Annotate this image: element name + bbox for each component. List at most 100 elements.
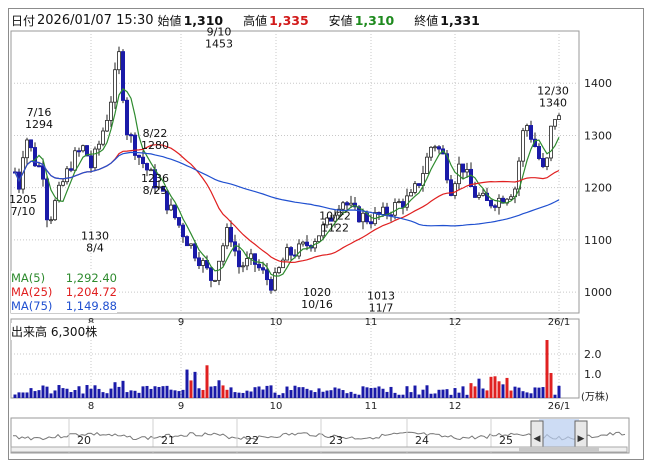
annotation-price: 1294	[25, 118, 53, 131]
navigator-year-label: 24	[415, 434, 429, 447]
volume-bar	[369, 387, 373, 398]
close-label: 終値	[414, 13, 439, 28]
volume-bar	[417, 394, 421, 398]
candle-body-up	[433, 146, 437, 149]
candle-body-up	[109, 101, 113, 121]
candle-body-down	[33, 147, 37, 167]
ma5-value: 1,292.40	[65, 271, 117, 285]
volume-bar	[385, 391, 389, 398]
high-value: 1,335	[269, 12, 309, 28]
volume-bar	[137, 392, 141, 398]
volume-bar	[405, 386, 409, 398]
volume-bar	[101, 392, 105, 398]
volume-bar	[193, 371, 197, 398]
volume-bar	[65, 388, 69, 398]
volume-bar	[357, 394, 361, 398]
candle-body-up	[481, 192, 485, 196]
candle-body-down	[253, 253, 257, 265]
volume-bar	[121, 380, 125, 398]
ma-legend: MA(5) 1,292.40 MA(25) 1,204.72 MA(75) 1,149…	[11, 271, 117, 313]
volume-bar	[297, 387, 301, 398]
volume-bar	[41, 385, 45, 398]
volume-bar	[189, 380, 193, 398]
volume-bar	[61, 388, 65, 398]
candle-body-down	[37, 165, 41, 168]
volume-bar	[245, 390, 249, 398]
volume-month-label: 8	[88, 401, 94, 412]
volume-bar	[453, 388, 457, 398]
price-tick-label: 1400	[584, 77, 612, 90]
volume-bar	[517, 387, 521, 398]
candle-body-up	[341, 202, 345, 210]
volume-bar	[225, 389, 229, 398]
volume-bar	[173, 390, 177, 398]
candle-body-up	[509, 196, 513, 200]
volume-bar	[185, 369, 189, 398]
volume-bar	[165, 385, 169, 398]
volume-bar	[397, 394, 401, 398]
candle-body-down	[369, 221, 373, 225]
candle-body-up	[553, 119, 557, 127]
candle-body-up	[93, 148, 97, 169]
high-label: 高値	[243, 13, 268, 28]
volume-title: 出来高 6,300株	[11, 323, 98, 340]
candle-body-down	[177, 217, 181, 226]
candle-body-down	[29, 139, 33, 149]
volume-bar	[197, 388, 201, 398]
volume-bar	[345, 393, 349, 398]
volume-bar	[341, 390, 345, 398]
volume-bar	[77, 386, 81, 398]
volume-bar	[209, 386, 213, 398]
volume-bar	[529, 393, 533, 398]
volume-bar	[33, 391, 37, 398]
candle-body-up	[453, 183, 457, 196]
candle-body-up	[49, 219, 53, 222]
volume-bar	[361, 386, 365, 398]
candle-body-up	[361, 212, 365, 223]
volume-bar	[237, 392, 241, 398]
candle-body-up	[397, 201, 401, 204]
volume-bar	[469, 383, 473, 398]
price-tick-label: 1000	[584, 286, 612, 299]
navigator-year-label: 22	[245, 434, 259, 447]
volume-bar	[125, 392, 129, 398]
low-label: 安値	[328, 13, 353, 28]
candle-body-down	[473, 186, 477, 198]
volume-bar	[401, 394, 405, 398]
candle-body-up	[189, 243, 193, 246]
candle-body-up	[277, 267, 281, 274]
candle-body-down	[197, 257, 201, 266]
candle-body-down	[461, 163, 465, 173]
month-tick-label: 9	[178, 317, 184, 328]
candle-body-up	[241, 265, 245, 268]
candle-body-up	[301, 241, 305, 245]
candle-body-up	[213, 279, 217, 282]
volume-bar	[449, 394, 453, 398]
volume-label: 出来高	[11, 325, 48, 339]
volume-bar	[497, 381, 501, 398]
low-value: 1,310	[354, 12, 395, 28]
volume-bar	[505, 377, 509, 398]
volume-bar	[93, 385, 97, 398]
candle-body-up	[393, 202, 397, 216]
ma25-name: MA(25)	[11, 285, 53, 299]
volume-bar	[313, 392, 317, 398]
volume-bar	[149, 388, 153, 398]
candle-body-down	[145, 163, 149, 171]
volume-bar	[261, 389, 265, 398]
volume-month-label: 26/1	[548, 401, 570, 412]
volume-bar	[389, 386, 393, 398]
volume-bar	[25, 392, 29, 398]
volume-bar	[541, 387, 545, 398]
volume-bar	[177, 391, 181, 398]
volume-bar	[17, 392, 21, 398]
volume-bar	[381, 388, 385, 398]
volume-bar	[377, 386, 381, 398]
candle-body-up	[149, 169, 153, 172]
candle-body-up	[525, 125, 529, 132]
volume-bar	[53, 390, 57, 398]
volume-bar	[29, 388, 33, 398]
volume-bar	[433, 393, 437, 398]
candle-body-up	[61, 181, 65, 186]
navigator-right-arrow: ▶	[578, 434, 585, 444]
